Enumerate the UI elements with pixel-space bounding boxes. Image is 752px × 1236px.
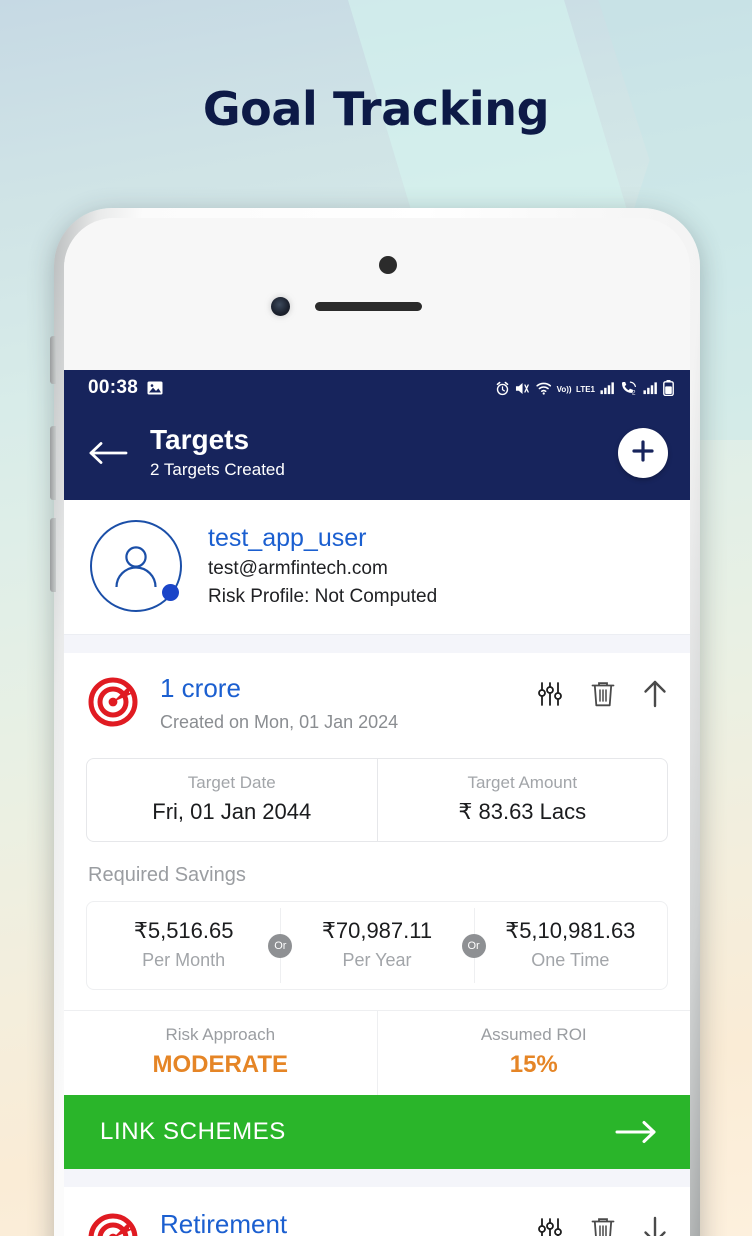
app-viewport: 00:38 Vo)) LTE1 2 Targets 2 Targets Crea… [64, 370, 690, 1236]
savings-value: ₹5,10,981.63 [505, 918, 636, 943]
app-bar-title: Targets [150, 424, 250, 455]
savings-cell-month: ₹5,516.65 Per Month [87, 902, 280, 989]
alarm-icon [495, 381, 510, 396]
goal-2-header-text: Retirement [160, 1207, 287, 1236]
sensor-icon [271, 297, 290, 316]
target-date-label: Target Date [187, 773, 276, 792]
front-camera-icon [379, 256, 397, 274]
risk-approach-cell: Risk Approach MODERATE [64, 1011, 377, 1095]
target-amount-label: Target Amount [467, 773, 578, 792]
photo-icon [147, 380, 163, 396]
goal-header-text: 1 crore Created on Mon, 01 Jan 2024 [160, 671, 398, 736]
signal-1-icon [600, 381, 615, 395]
required-savings-box: ₹5,516.65 Per Month ₹70,987.11 Per Year … [86, 901, 668, 990]
arrow-up-icon[interactable] [642, 679, 668, 714]
call-2-icon: 2 [620, 381, 638, 396]
profile-card[interactable]: test_app_user test@armfintech.com Risk P… [64, 500, 690, 635]
risk-approach-value: MODERATE [152, 1051, 289, 1078]
section-divider [64, 635, 690, 653]
tune-icon[interactable] [536, 1216, 564, 1236]
target-icon [88, 1211, 140, 1236]
goal-actions [536, 679, 668, 714]
goal-name-2[interactable]: Retirement [160, 1207, 287, 1236]
goal-card-header: 1 crore Created on Mon, 01 Jan 2024 [64, 671, 690, 736]
arrow-right-icon [614, 1118, 658, 1146]
required-savings-title: Required Savings [88, 864, 246, 886]
status-bar: 00:38 Vo)) LTE1 2 [64, 370, 690, 406]
or-badge: Or [461, 933, 486, 958]
savings-cell-onetime: ₹5,10,981.63 One Time [473, 902, 667, 989]
mute-icon [515, 381, 531, 396]
plus-icon [630, 438, 656, 469]
page-title: Goal Tracking [202, 82, 550, 136]
target-icon [88, 675, 140, 732]
earpiece-speaker [315, 302, 422, 311]
phone-bezel-top [64, 218, 690, 370]
add-target-button[interactable] [618, 428, 668, 478]
trash-icon[interactable] [590, 1216, 616, 1236]
or-badge: Or [268, 933, 293, 958]
arrow-down-icon[interactable] [642, 1215, 668, 1236]
profile-username: test_app_user [208, 524, 367, 552]
phone-mockup: 00:38 Vo)) LTE1 2 Targets 2 Targets Crea… [50, 208, 700, 1236]
goal-2-actions [536, 1215, 668, 1236]
savings-cell-year: ₹70,987.11 Per Year [280, 902, 473, 989]
volte-icon: Vo)) LTE1 [556, 385, 595, 394]
savings-label: Per Month [142, 950, 226, 970]
assumed-roi-value: 15% [509, 1051, 558, 1078]
wifi-icon [535, 381, 552, 396]
profile-email: test@armfintech.com [208, 558, 388, 579]
goal-name[interactable]: 1 crore [160, 671, 398, 705]
profile-risk: Risk Profile: Not Computed [208, 586, 438, 607]
assumed-roi-label: Assumed ROI [480, 1025, 587, 1044]
savings-value: ₹5,516.65 [133, 918, 234, 943]
risk-row: Risk Approach MODERATE Assumed ROI 15% [64, 1010, 690, 1095]
section-divider-2 [64, 1169, 690, 1187]
battery-icon [663, 380, 674, 396]
link-schemes-label: LINK SCHEMES [100, 1118, 286, 1145]
tune-icon[interactable] [536, 680, 564, 713]
phone-mute-button[interactable] [50, 336, 56, 384]
phone-volume-down-button[interactable] [50, 518, 56, 592]
target-summary-box: Target Date Fri, 01 Jan 2044 Target Amou… [86, 758, 668, 842]
goal-card-2: Retirement [64, 1187, 690, 1236]
target-date-cell: Target Date Fri, 01 Jan 2044 [87, 759, 377, 841]
person-icon [115, 546, 157, 588]
savings-label: Per Year [342, 950, 412, 970]
phone-volume-up-button[interactable] [50, 426, 56, 500]
link-schemes-button[interactable]: LINK SCHEMES [64, 1095, 690, 1169]
svg-text:2: 2 [632, 389, 636, 395]
trash-icon[interactable] [590, 680, 616, 713]
target-amount-value: ₹ 83.63 Lacs [458, 799, 587, 824]
target-date-value: Fri, 01 Jan 2044 [152, 799, 312, 824]
savings-value: ₹70,987.11 [321, 918, 433, 943]
savings-label: One Time [531, 950, 610, 970]
goal-card-2-header: Retirement [64, 1207, 690, 1236]
app-bar: Targets 2 Targets Created [64, 406, 690, 500]
signal-2-icon [643, 381, 658, 395]
assumed-roi-cell: Assumed ROI 15% [376, 1011, 691, 1095]
app-bar-subtitle: 2 Targets Created [150, 460, 285, 479]
online-status-dot [162, 584, 179, 601]
status-icons: Vo)) LTE1 2 [495, 379, 674, 397]
goal-card: 1 crore Created on Mon, 01 Jan 2024 Targ… [64, 653, 690, 1169]
avatar [90, 520, 182, 612]
arrow-left-icon[interactable] [88, 440, 132, 466]
target-amount-cell: Target Amount ₹ 83.63 Lacs [376, 759, 668, 841]
phone-screen: 00:38 Vo)) LTE1 2 Targets 2 Targets Crea… [64, 218, 690, 1236]
status-time: 00:38 [88, 377, 139, 398]
risk-approach-label: Risk Approach [165, 1025, 276, 1044]
app-bar-text: Targets 2 Targets Created [150, 424, 285, 482]
goal-created-date: Created on Mon, 01 Jan 2024 [160, 712, 399, 732]
profile-text: test_app_user test@armfintech.com Risk P… [208, 521, 437, 611]
